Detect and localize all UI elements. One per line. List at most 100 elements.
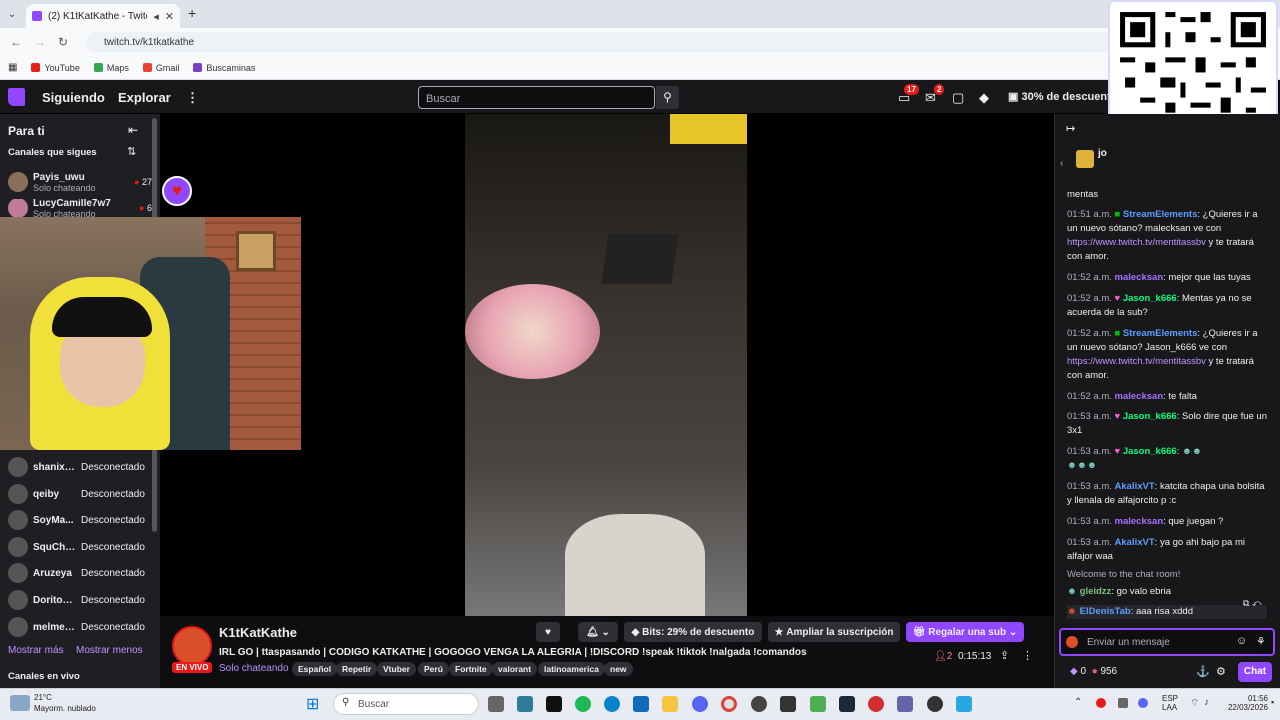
notification-center-icon[interactable]: ▪ <box>1271 697 1274 707</box>
windows-start-icon[interactable]: ⊞ <box>306 694 319 714</box>
tag[interactable]: new <box>604 662 633 676</box>
stream-category[interactable]: Solo chateando <box>219 663 289 674</box>
outlook-icon[interactable] <box>633 696 649 712</box>
tab-search-icon[interactable]: ⌄ <box>8 9 16 20</box>
message-user[interactable]: Jason_k666 <box>1123 411 1177 422</box>
message-link[interactable]: https://www.twitch.tv/mentitassbv <box>1067 237 1206 248</box>
language-indicator[interactable]: ESP LAA <box>1162 694 1178 712</box>
show-more-link[interactable]: Mostrar más <box>8 645 64 656</box>
tag[interactable]: Español <box>292 662 338 676</box>
more-options-icon[interactable]: ⋮ <box>1022 649 1033 662</box>
weather-desc[interactable]: Mayorm. nublado <box>34 704 96 713</box>
sidebar-item-offline[interactable]: shanix_... Desconectado <box>8 454 152 480</box>
new-tab-icon[interactable]: + <box>188 5 196 21</box>
message-user[interactable]: AkalixVT <box>1115 481 1155 492</box>
mute-icon[interactable]: ◂ <box>153 10 159 23</box>
search-input[interactable]: Buscar <box>418 86 655 109</box>
tag[interactable]: Perú <box>418 662 449 676</box>
sidebar-item-offline[interactable]: Doritoo... Desconectado <box>8 587 152 613</box>
gift-sub-button[interactable]: 🎁︎ Regalar una sub ⌄ <box>906 622 1024 642</box>
show-less-link[interactable]: Mostrar menos <box>76 645 143 656</box>
tag[interactable]: Repetir <box>336 662 378 676</box>
apps-icon[interactable]: ▦ <box>8 62 17 73</box>
notifications-bell-button[interactable]: 🔔︎ ⌄ <box>578 622 618 642</box>
sidebar-item-payis[interactable]: Payis_uwu Solo chateando ● 27 <box>8 169 152 195</box>
settings-gear-icon[interactable]: ⚙ <box>1216 665 1226 678</box>
whispers-icon[interactable]: ▢ <box>952 90 964 106</box>
message-user[interactable]: AkalixVT <box>1115 537 1155 548</box>
tiktok-icon[interactable] <box>546 696 562 712</box>
sidebar-item-offline[interactable]: SoyMa... Desconectado <box>8 507 152 533</box>
close-tab-icon[interactable]: ✕ <box>165 10 174 23</box>
turbo-discount-button[interactable]: ▣ 30% de descuento <box>1008 90 1117 103</box>
steam-icon[interactable] <box>839 696 855 712</box>
capcut-icon[interactable] <box>780 696 796 712</box>
edge-icon[interactable] <box>604 696 620 712</box>
volume-icon[interactable]: ♪ <box>1204 697 1209 708</box>
weather-temp[interactable]: 21°C <box>34 693 52 702</box>
bookmark-maps[interactable]: Maps <box>93 63 129 73</box>
bits-icon[interactable]: ◆ <box>979 90 989 106</box>
channel-name[interactable]: K1tKatKathe <box>219 625 297 640</box>
twitch-logo-icon[interactable] <box>8 88 25 106</box>
sidebar-item-offline[interactable]: SquChan Desconectado <box>8 534 152 560</box>
message-user[interactable]: StreamElements <box>1123 209 1197 220</box>
sidebar-item-offline[interactable]: Aruzeya Desconectado <box>8 560 152 586</box>
sidebar-item-offline[interactable]: melmelvt Desconectado <box>8 614 152 640</box>
message-user[interactable]: malecksan <box>1115 516 1164 527</box>
message-user[interactable]: ElDenisTab <box>1080 606 1131 617</box>
discord-icon[interactable] <box>692 696 708 712</box>
message-link[interactable]: https://www.twitch.tv/mentitassbv <box>1067 356 1206 367</box>
tray-icon[interactable] <box>1138 698 1148 708</box>
spotify-icon[interactable] <box>575 696 591 712</box>
tray-icon[interactable] <box>1096 698 1106 708</box>
url-field[interactable]: twitch.tv/k1tkatkathe <box>86 32 1116 52</box>
chat-send-button[interactable]: Chat <box>1238 662 1272 682</box>
file-explorer-icon[interactable] <box>662 696 678 712</box>
reply-icon[interactable]: ⧉ ↶ <box>1243 598 1262 609</box>
chevron-up-icon[interactable]: ⌃ <box>1074 697 1082 708</box>
opera-icon[interactable] <box>868 696 884 712</box>
channel-avatar[interactable] <box>172 626 212 666</box>
chevron-left-icon[interactable]: ‹ <box>1060 158 1063 169</box>
extend-sub-button[interactable]: ★ Ampliar la suscripción <box>768 622 900 642</box>
taskbar-search-input[interactable]: Buscar <box>333 693 479 715</box>
tray-icon[interactable] <box>1118 698 1128 708</box>
activity-icon[interactable]: ⚓ <box>1196 665 1210 678</box>
app-icon[interactable] <box>517 696 533 712</box>
bookmark-buscaminas[interactable]: Buscaminas <box>193 63 255 73</box>
follow-heart-button[interactable]: ♥ <box>536 622 560 642</box>
tag[interactable]: valorant <box>492 662 538 676</box>
minecraft-icon[interactable] <box>810 696 826 712</box>
bits-cheer-icon[interactable]: ⚘ <box>1256 635 1266 648</box>
task-view-icon[interactable] <box>488 696 504 712</box>
bookmark-youtube[interactable]: YouTube <box>31 63 80 73</box>
app-icon[interactable] <box>751 696 767 712</box>
more-menu-icon[interactable]: ⋮ <box>186 90 199 106</box>
message-user[interactable]: malecksan <box>1115 391 1164 402</box>
reload-icon[interactable]: ↻ <box>58 35 68 49</box>
message-user[interactable]: malecksan <box>1115 272 1164 283</box>
browser-tab[interactable]: (2) K1tKatKathe - Twitch ◂ ✕ <box>26 4 180 28</box>
tag[interactable]: latinoamerica <box>538 662 605 676</box>
back-icon[interactable]: ← <box>10 35 22 49</box>
collapse-chat-icon[interactable]: ↦ <box>1066 122 1075 135</box>
nav-explore[interactable]: Explorar <box>118 90 171 105</box>
sidebar-item-lucy[interactable]: LucyCamille7w7 Solo chateando ● 6 <box>8 199 152 217</box>
search-icon[interactable]: ⚲ <box>656 86 679 109</box>
emote-picker-icon[interactable]: ☺ <box>1236 635 1247 647</box>
message-user[interactable]: gleidzz <box>1080 586 1112 597</box>
tag[interactable]: Fortnite <box>449 662 493 676</box>
points-display[interactable]: ◆ 0 ● 956 <box>1070 666 1117 677</box>
sidebar-item-offline[interactable]: qeiby Desconectado <box>8 481 152 507</box>
collapse-sidebar-icon[interactable]: ⇤ <box>128 123 138 137</box>
share-icon[interactable]: ⇪ <box>1000 649 1009 662</box>
message-user[interactable]: Jason_k666 <box>1123 446 1177 457</box>
sort-icon[interactable]: ⇅ <box>127 145 136 158</box>
bookmark-gmail[interactable]: Gmail <box>142 63 179 73</box>
tag[interactable]: Vtuber <box>377 662 416 676</box>
teams-icon[interactable] <box>897 696 913 712</box>
clock[interactable]: 01:56 22/03/2026 <box>1222 694 1268 712</box>
nav-following[interactable]: Siguiendo <box>42 90 105 105</box>
forward-icon[interactable]: → <box>34 35 46 49</box>
